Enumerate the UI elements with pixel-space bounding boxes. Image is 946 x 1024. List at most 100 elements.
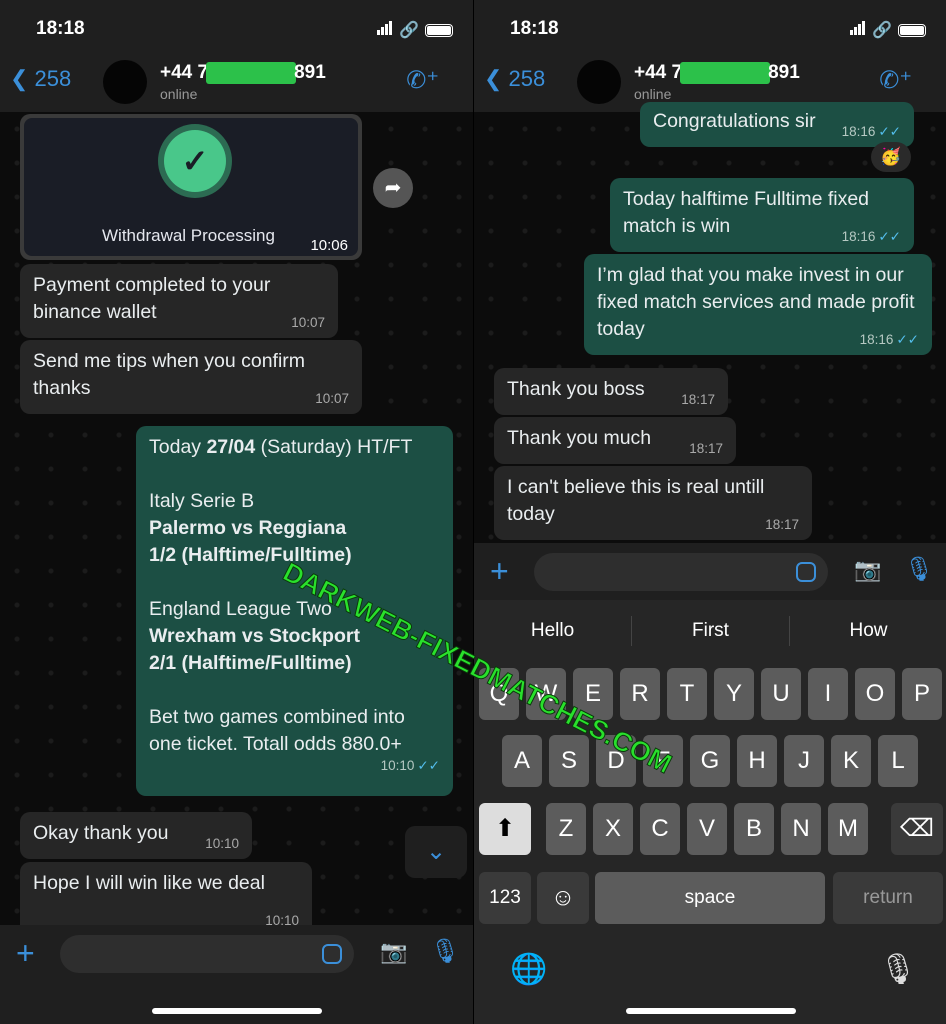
sticker-icon[interactable] bbox=[322, 944, 342, 964]
key-u[interactable]: U bbox=[761, 668, 801, 720]
key-x[interactable]: X bbox=[593, 803, 633, 855]
timestamp: 18:17 bbox=[765, 517, 799, 532]
delete-key[interactable]: ⌫ bbox=[891, 803, 943, 855]
back-button[interactable]: ❮ 258 bbox=[10, 66, 71, 92]
camera-icon[interactable]: 📷 bbox=[854, 557, 881, 583]
message-bubble[interactable]: Okay thank you 10:10 bbox=[20, 812, 252, 859]
key-v[interactable]: V bbox=[687, 803, 727, 855]
battery-icon bbox=[898, 23, 926, 37]
read-ticks-icon: ✓✓ bbox=[417, 758, 440, 773]
shift-key[interactable]: ⬆ bbox=[479, 803, 531, 855]
key-a[interactable]: A bbox=[502, 735, 542, 787]
key-i[interactable]: I bbox=[808, 668, 848, 720]
reaction[interactable]: 🥳 bbox=[871, 142, 911, 172]
contact-name[interactable]: +44 7 891 bbox=[634, 62, 800, 84]
scroll-down-button[interactable]: ⌄ bbox=[405, 826, 467, 878]
link-icon: 🔗 bbox=[872, 22, 892, 39]
right-chat-screen: 18:18 🔗 ❮ 258 +44 7 891 online ✆⁺ Congrat… bbox=[473, 0, 946, 1024]
microphone-icon[interactable]: 🎙 bbox=[430, 937, 460, 966]
redaction bbox=[680, 62, 771, 84]
chat-header: ❮ 258 +44 7 891 online ✆⁺ bbox=[0, 52, 473, 112]
contact-name[interactable]: +44 7 891 bbox=[160, 62, 326, 84]
key-l[interactable]: L bbox=[878, 735, 918, 787]
globe-icon[interactable]: 🌐 bbox=[510, 952, 547, 987]
signal-icon bbox=[377, 20, 393, 40]
link-icon: 🔗 bbox=[399, 22, 419, 39]
message-bubble[interactable]: Thank you much 18:17 bbox=[494, 417, 736, 464]
avatar[interactable] bbox=[103, 60, 147, 104]
camera-icon[interactable]: 📷 bbox=[380, 939, 407, 965]
left-chat-screen: 18:18 🔗 ❮ 258 +44 7 891 online ✆⁺ ✓ Withd… bbox=[0, 0, 473, 1024]
card-title: Withdrawal Processing bbox=[102, 226, 275, 245]
key-j[interactable]: J bbox=[784, 735, 824, 787]
suggestion[interactable]: How bbox=[790, 620, 946, 642]
timestamp: 18:17 bbox=[681, 392, 715, 407]
key-t[interactable]: T bbox=[667, 668, 707, 720]
forward-button[interactable]: ➦ bbox=[373, 168, 413, 208]
key-m[interactable]: M bbox=[828, 803, 868, 855]
suggestion[interactable]: Hello bbox=[474, 620, 631, 642]
plus-icon[interactable]: + bbox=[16, 935, 35, 972]
timestamp: 18:16 ✓✓ bbox=[859, 332, 919, 347]
key-n[interactable]: N bbox=[781, 803, 821, 855]
signal-icon bbox=[850, 20, 866, 40]
input-bar: + 📷 🎙 bbox=[0, 925, 473, 985]
message-input[interactable] bbox=[60, 935, 354, 973]
plus-icon[interactable]: + bbox=[490, 553, 509, 590]
message-bubble[interactable]: Send me tips when you confirm thanks 10:0… bbox=[20, 340, 362, 414]
sticker-icon[interactable] bbox=[796, 562, 816, 582]
key-o[interactable]: O bbox=[855, 668, 895, 720]
message-bubble[interactable]: Congratulations sir 18:16 ✓✓ bbox=[640, 102, 914, 147]
battery-icon bbox=[425, 23, 453, 37]
keyboard: Hello First How QWERTYUIOPASDFGHJKLZXCVB… bbox=[474, 600, 946, 1024]
suggestion[interactable]: First bbox=[632, 620, 789, 642]
timestamp: 10:10 bbox=[205, 836, 239, 851]
key-k[interactable]: K bbox=[831, 735, 871, 787]
message-bubble[interactable]: Today halftime Fulltime fixed match is w… bbox=[610, 178, 914, 252]
key-y[interactable]: Y bbox=[714, 668, 754, 720]
key-s[interactable]: S bbox=[549, 735, 589, 787]
timestamp: 18:16 ✓✓ bbox=[841, 124, 901, 139]
timestamp: 10:07 bbox=[291, 315, 325, 330]
redaction bbox=[206, 62, 297, 84]
message-bubble[interactable]: I’m glad that you make invest in our fix… bbox=[584, 254, 932, 355]
add-call-icon[interactable]: ✆⁺ bbox=[879, 66, 912, 95]
emoji-key[interactable]: ☺ bbox=[537, 872, 589, 924]
key-c[interactable]: C bbox=[640, 803, 680, 855]
presence: online bbox=[160, 86, 198, 102]
message-bubble[interactable]: I can't believe this is real untill toda… bbox=[494, 466, 812, 540]
timestamp: 10:07 bbox=[315, 391, 349, 406]
back-button[interactable]: ❮ 258 bbox=[484, 66, 545, 92]
message-input[interactable] bbox=[534, 553, 828, 591]
numbers-key[interactable]: 123 bbox=[479, 872, 531, 924]
home-indicator bbox=[152, 1008, 322, 1014]
clock: 18:18 bbox=[36, 18, 85, 39]
presence: online bbox=[634, 86, 672, 102]
timestamp: 10:06 bbox=[310, 237, 348, 254]
key-z[interactable]: Z bbox=[546, 803, 586, 855]
microphone-icon[interactable]: 🎙 bbox=[904, 555, 934, 584]
status-bar: 18:18 🔗 bbox=[0, 0, 473, 52]
clock: 18:18 bbox=[510, 18, 559, 39]
input-bar: + 📷 🎙 bbox=[474, 543, 946, 603]
add-call-icon[interactable]: ✆⁺ bbox=[406, 66, 439, 95]
tip-message[interactable]: Today 27/04 (Saturday) HT/FT Italy Serie… bbox=[136, 426, 453, 796]
message-bubble[interactable]: Thank you boss 18:17 bbox=[494, 368, 728, 415]
return-key[interactable]: return bbox=[833, 872, 943, 924]
dictation-icon[interactable]: 🎙 bbox=[879, 952, 917, 987]
home-indicator bbox=[626, 1008, 796, 1014]
chat-area: ✓ Withdrawal Processing 10:06 ➦ Payment … bbox=[0, 112, 473, 1024]
key-g[interactable]: G bbox=[690, 735, 730, 787]
timestamp: 18:16 ✓✓ bbox=[841, 229, 901, 244]
key-p[interactable]: P bbox=[902, 668, 942, 720]
image-message[interactable]: ✓ Withdrawal Processing 10:06 bbox=[20, 114, 362, 260]
status-bar: 18:18 🔗 bbox=[474, 0, 946, 52]
key-b[interactable]: B bbox=[734, 803, 774, 855]
space-key[interactable]: space bbox=[595, 872, 825, 924]
avatar[interactable] bbox=[577, 60, 621, 104]
key-r[interactable]: R bbox=[620, 668, 660, 720]
timestamp: 18:17 bbox=[689, 441, 723, 456]
message-bubble[interactable]: Payment completed to your binance wallet… bbox=[20, 264, 338, 338]
check-icon: ✓ bbox=[164, 130, 226, 192]
key-h[interactable]: H bbox=[737, 735, 777, 787]
